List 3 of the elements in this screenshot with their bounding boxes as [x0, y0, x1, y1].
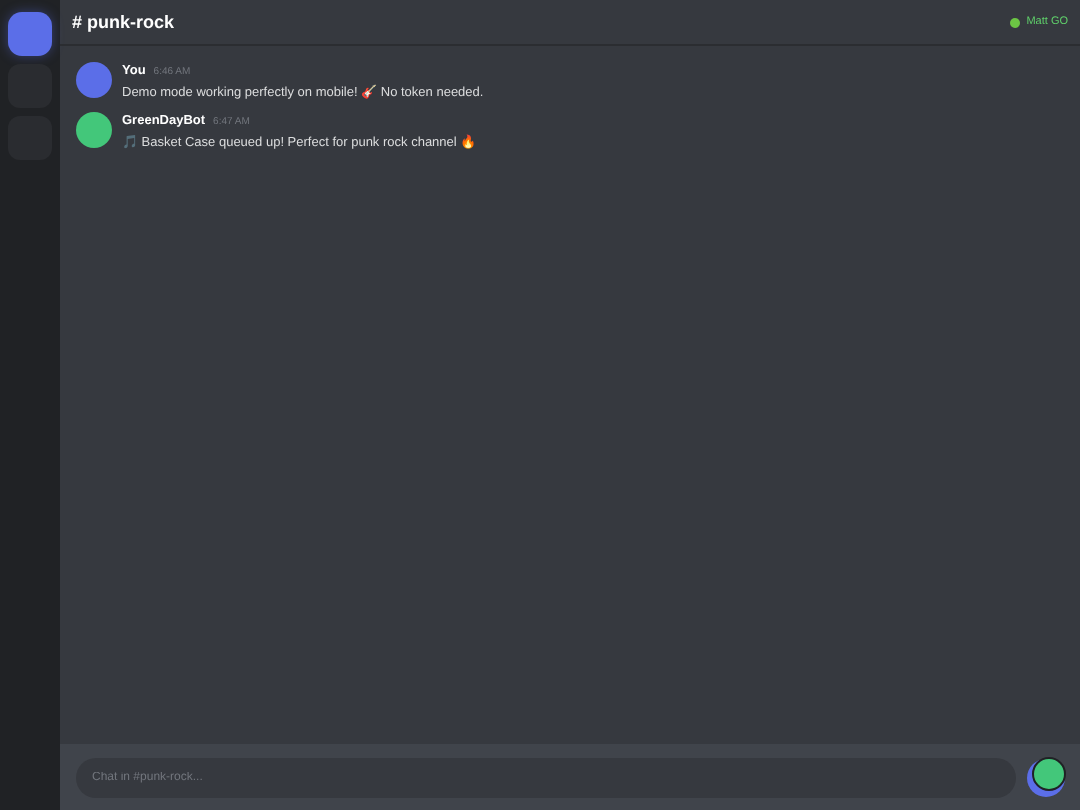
- channel-title: # punk-rock: [72, 12, 175, 32]
- server-icon[interactable]: [8, 12, 52, 56]
- user-avatar-icon[interactable]: [1026, 756, 1068, 798]
